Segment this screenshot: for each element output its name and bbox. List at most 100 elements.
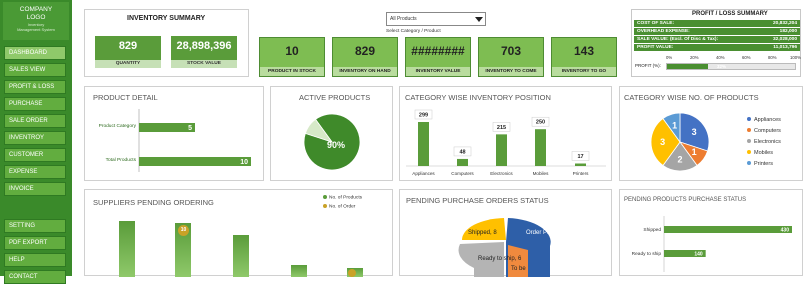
quantity-label: QUANTITY [95,60,161,68]
active-products-chart: 90% [303,113,361,171]
inventory-summary-title: INVENTORY SUMMARY [127,15,206,22]
legend-label: Mobiles [754,150,773,156]
bar [139,157,251,166]
bar-category-label: Shipped [643,227,661,233]
nav-purchase[interactable]: PURCHASE [4,97,66,111]
bar-data-label: 48 [459,149,465,155]
pl-value: 20,832,204 [772,21,797,26]
bar-data-label: 299 [419,113,428,119]
category-inventory-panel: CATEGORY WISE INVENTORY POSITION 299 Appl… [399,86,612,181]
quantity-card: 829 QUANTITY [95,36,161,68]
bar [664,226,792,233]
supplier-bar [233,235,249,277]
kpi-inventory-value: ######## INVENTORY VALUE [405,37,471,77]
tick-label: Appliances [412,171,435,176]
suppliers-title: SUPPLIERS PENDING ORDERING [93,198,214,207]
legend-text: No. of Order [329,204,356,210]
bar [535,129,546,166]
legend-dot [323,195,327,199]
tick-label: Printers [573,171,590,176]
pl-key: OVERHEAD EXPENSE: [637,29,690,34]
bar-data-label: 10 [240,159,248,166]
inventory-summary-panel: INVENTORY SUMMARY 829 QUANTITY 28,898,39… [84,9,249,77]
category-select[interactable]: All Products [386,12,486,26]
legend-label: Printers [754,161,773,167]
profit-pct-text: 32% [717,64,727,69]
product-detail-chart: Product Category 5 Total Products 10 [99,109,251,172]
category-select-label: Select Category / Product [386,29,441,34]
nav-sale-order[interactable]: SALE ORDER [4,114,66,128]
profit-loss-title: PROFIT / LOSS SUMMARY [692,11,768,17]
nav-dashboard[interactable]: DASHBOARD [4,46,66,60]
category-inventory-chart: 299 Appliances 48 Computers 215 Electronics 25… [406,109,606,176]
bar [496,134,507,166]
kpi-value: 829 [354,44,376,58]
suppliers-panel: SUPPLIERS PENDING ORDERING No. of Produc… [84,189,393,277]
legend-label: Electronics [754,139,781,145]
nav-invoice[interactable]: INVOICE [4,182,66,196]
pie-data-label: 1 [692,147,697,157]
pl-key: COST OF SALE: [637,21,675,26]
kpi-inventory-to-come: 703 INVENTORY TO COME [478,37,544,77]
category-count-panel: CATEGORY WISE NO. OF PRODUCTS 3 1 2 3 1 Appli… [619,86,803,181]
kpi-label: PRODUCT IN STOCK [260,67,324,76]
stock-value-card: 28,898,396 STOCK VALUE [171,36,237,68]
po-pie-3d [458,218,551,277]
bar-data-label: 17 [577,154,583,160]
po-label-order-placed: Order Placed, 12 [526,230,572,236]
nav-customer[interactable]: CUSTOMER [4,148,66,162]
nav-help[interactable]: HELP [4,253,66,267]
active-products-panel: ACTIVE PRODUCTS 90% [270,86,393,181]
pending-po-panel: PENDING PURCHASE ORDERS STATUS Shipped, … [399,189,612,277]
profit-progress-track: 32% [666,63,796,70]
pl-value: 32,028,000 [772,37,797,42]
nav-contact[interactable]: CONTACT [4,270,66,284]
pl-row: PROFIT VALUE: 11,013,796 [634,44,800,51]
legend-marker [747,161,751,165]
nav-profit-loss[interactable]: PROFIT & LOSS [4,80,66,94]
profit-pct-label: PROFIT (%): [635,63,661,68]
tick-label: Computers [451,171,474,176]
legend-label: Computers [754,128,781,134]
scale-tick: 80% [768,55,777,60]
bar-data-label: 430 [781,228,790,234]
pending-po-chart: Shipped, 8 Order Placed, 12 Ready to shi… [458,218,572,277]
scale-tick: 0% [666,55,673,60]
scale-tick: 20% [690,55,699,60]
bar-data-label: 140 [694,252,703,258]
bar-category-label: Ready to ship [632,251,662,257]
scale-tick: 100% [790,55,801,60]
legend-marker [747,150,751,154]
stock-value: 28,898,396 [176,40,232,52]
legend-order: No. of Order [323,204,355,209]
legend-marker [747,128,751,132]
legend-products: No. of Products [323,195,362,200]
profit-scale: 0% 20% 40% 60% 80% 100% [666,55,801,62]
bar-category-label: Product Category [99,123,137,129]
legend-marker [747,117,751,121]
kpi-label: INVENTORY TO COME [479,67,543,76]
bar-data-label: 250 [536,120,545,126]
nav-inventory[interactable]: INVENTROY [4,131,66,145]
pl-row: SALE VALUE: (Excl. Of Disc & Tax): 32,028… [634,36,800,43]
po-label-ready: Ready to ship, 6 [478,256,522,262]
supplier-bar [119,221,135,277]
pie-data-label: 1 [672,120,677,130]
sidebar: COMPANY LOGO Inventory Management System… [0,0,72,284]
bar-category-label: Total Products [106,157,137,163]
kpi-value: 703 [500,44,522,58]
legend-text: No. of Products [329,195,363,201]
kpi-product-in-stock: 10 PRODUCT IN STOCK [259,37,325,77]
nav-sales-view[interactable]: SALES VIEW [4,63,66,77]
bar [418,122,429,166]
nav-pdf-export[interactable]: PDF EXPORT [4,236,66,250]
pie-data-label: 2 [677,154,682,164]
nav-expense[interactable]: EXPENSE [4,165,66,179]
pending-products-panel: PENDING PRODUCTS PURCHASE STATUS Shipped… [619,189,803,276]
supplier-bar [291,265,307,277]
nav-setting[interactable]: SETTING [4,219,66,233]
kpi-value: ######## [411,44,465,58]
pl-key: SALE VALUE: (Excl. Of Disc & Tax): [637,37,719,42]
pie-data-label: 90% [327,140,345,150]
kpi-value: 143 [573,44,595,58]
